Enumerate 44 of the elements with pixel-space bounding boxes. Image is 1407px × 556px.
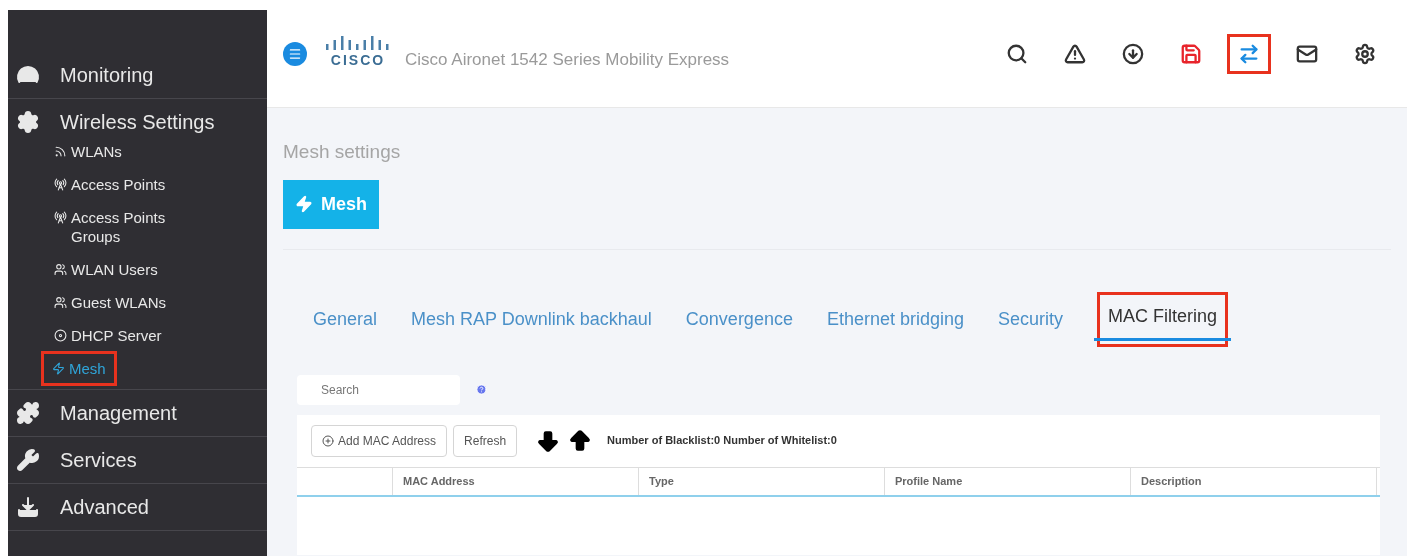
page-title: Mesh settings (283, 140, 402, 164)
sidebar-subitem[interactable]: Guest WLANs (50, 288, 171, 317)
help-icon[interactable] (476, 384, 487, 395)
sidebar-subitem[interactable]: Access Points (50, 170, 170, 199)
bolt-icon (295, 195, 313, 213)
refresh-button[interactable]: Refresh (453, 424, 518, 457)
sidebar-subitem[interactable]: Access Points Groups (50, 203, 210, 251)
disc-icon (54, 329, 67, 342)
settings-tab[interactable]: MAC Filtering (1094, 302, 1232, 341)
search-field[interactable]: Search (297, 374, 460, 405)
column-header: Profile Name (885, 467, 1131, 495)
sidebar-subitem[interactable]: WLAN Users (50, 255, 162, 284)
users-icon (54, 263, 67, 276)
transfer-icon (1238, 42, 1260, 65)
menu-icon[interactable] (283, 41, 307, 66)
column-header: Description (1131, 467, 1377, 495)
column-header: MAC Address (393, 467, 639, 495)
gear-icon (16, 110, 40, 134)
search-icon (1006, 42, 1028, 65)
list-counts: Number of Blacklist:0 Number of Whitelist:0 (607, 433, 837, 449)
puzzle-icon (16, 401, 40, 425)
sidebar-item[interactable]: Advanced (8, 484, 267, 530)
logo-text: CISCO (330, 51, 386, 70)
antenna-icon (54, 211, 67, 224)
transfer-button[interactable] (1227, 33, 1271, 74)
sidebar-item[interactable]: Monitoring (8, 52, 267, 98)
save-icon (1180, 42, 1202, 65)
product-title: Cisco Aironet 1542 Series Mobility Express (405, 48, 730, 71)
antenna-icon (54, 178, 67, 191)
sidebar-item[interactable]: Services (8, 437, 267, 483)
sidebar-subitem[interactable]: Mesh (44, 354, 114, 383)
add-mac-address-button[interactable]: Add MAC Address (311, 424, 448, 457)
download-icon (16, 495, 40, 519)
warning-icon (1064, 42, 1086, 65)
column-header: Type (639, 467, 885, 495)
bolt-icon (52, 362, 65, 375)
download-icon (1122, 42, 1144, 65)
settings-icon (1354, 42, 1376, 65)
users-icon (54, 296, 67, 309)
signal-icon (54, 145, 67, 158)
sidebar-item[interactable]: Management (8, 390, 267, 436)
sidebar-subitem[interactable]: DHCP Server (50, 321, 166, 350)
plus-icon (322, 434, 334, 447)
wrench-icon (16, 448, 40, 472)
